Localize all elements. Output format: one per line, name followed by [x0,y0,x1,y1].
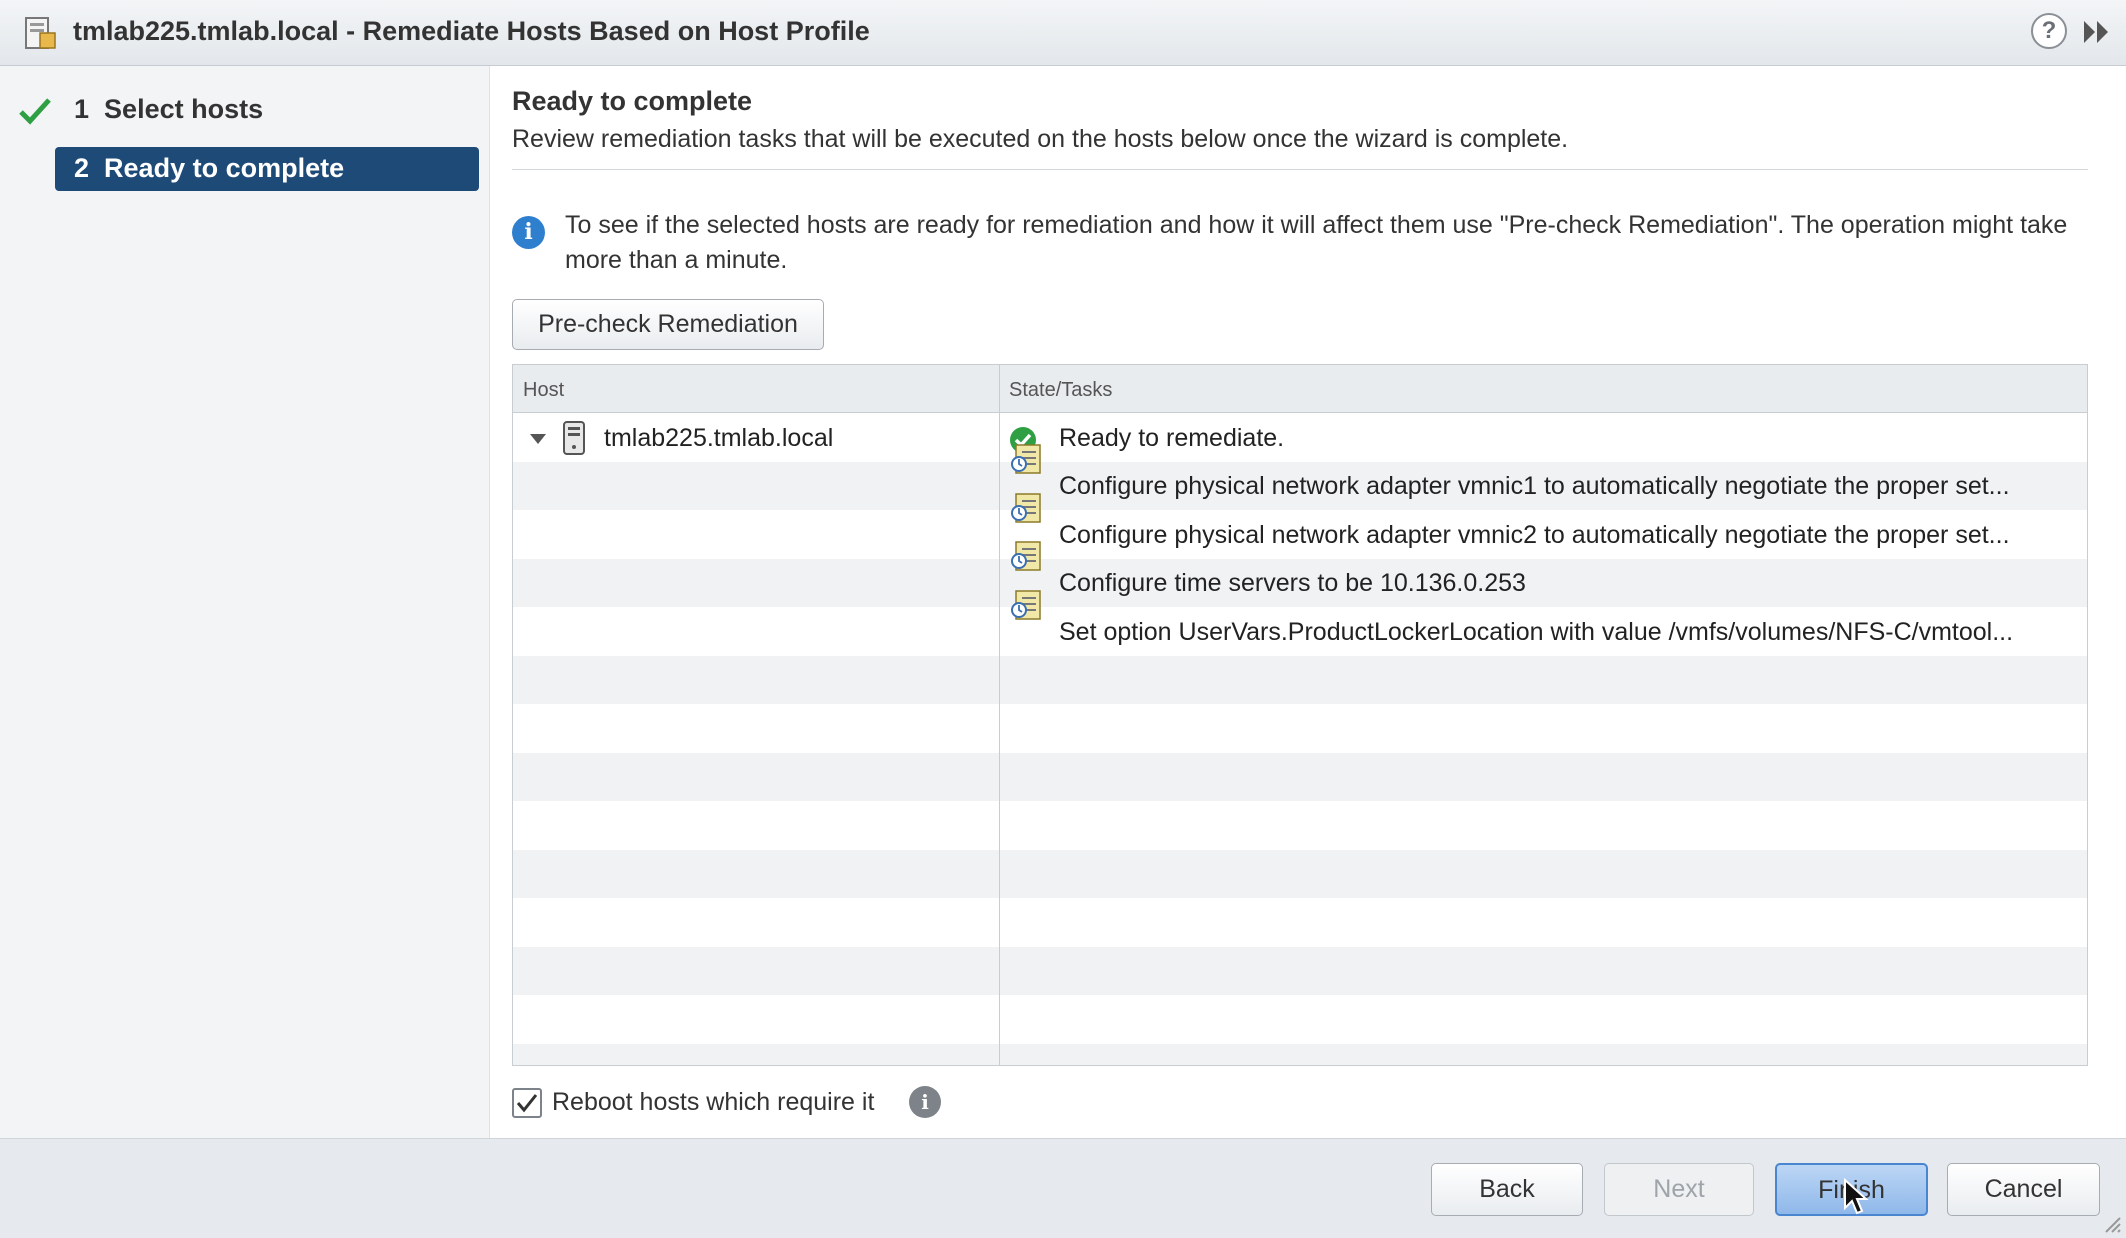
remediation-table: Host State/Tasks tmlab225.tmlab.local Re… [512,364,2088,1066]
host-profile-icon [25,17,56,49]
task-icon [1011,541,1041,571]
column-divider [999,365,1000,1065]
task-text: Configure time servers to be 10.136.0.25… [1059,569,1526,597]
step-number: 2 [74,153,90,183]
precheck-remediation-button[interactable]: Pre-check Remediation [512,299,824,350]
back-button[interactable]: Back [1431,1163,1583,1216]
table-header: Host State/Tasks [513,365,2087,413]
table-row [513,946,2087,995]
task-icon [1011,444,1041,474]
wizard-steps: 1 Select hosts 2 Ready to complete [0,66,490,1138]
task-icon [1011,590,1041,620]
wizard-footer: Back Next Finish Cancel [0,1138,2126,1238]
task-text: Configure physical network adapter vmnic… [1059,521,2010,549]
expand-toggle-icon[interactable] [530,434,546,444]
table-row [513,898,2087,947]
table-row [513,995,2087,1044]
step-label: Select hosts [104,94,264,124]
checkmark-icon [516,1094,538,1113]
mouse-cursor-icon [1844,1178,1869,1215]
server-icon [563,421,585,455]
step-select-hosts[interactable]: 1 Select hosts [74,94,263,125]
next-button: Next [1604,1163,1754,1216]
reboot-hosts-checkbox[interactable] [512,1088,542,1118]
window-title: tmlab225.tmlab.local - Remediate Hosts B… [73,16,870,46]
reboot-hosts-label[interactable]: Reboot hosts which require it [552,1088,874,1117]
column-header-host[interactable]: Host [523,379,564,402]
status-text: Ready to remediate. [1059,424,1285,452]
table-row [513,801,2087,850]
task-text: Set option UserVars.ProductLockerLocatio… [1059,618,2014,646]
help-button[interactable]: ? [2031,13,2067,49]
step-number: 1 [74,94,90,124]
cancel-button[interactable]: Cancel [1947,1163,2100,1216]
check-icon [19,98,51,125]
info-icon[interactable]: i [909,1086,941,1118]
collapse-icon[interactable] [2082,19,2112,45]
table-row [513,752,2087,801]
info-icon: i [512,216,545,249]
task-text: Configure physical network adapter vmnic… [1059,472,2010,500]
title-bar: tmlab225.tmlab.local - Remediate Hosts B… [0,0,2126,66]
table-row [513,704,2087,753]
table-row [513,1043,2087,1065]
divider [512,169,2088,170]
host-name[interactable]: tmlab225.tmlab.local [604,424,833,453]
column-header-state-tasks[interactable]: State/Tasks [1009,379,1112,402]
step-label: Ready to complete [104,153,345,183]
task-icon [1011,493,1041,523]
table-row [513,655,2087,704]
table-row [513,849,2087,898]
page-title: Ready to complete [512,86,753,116]
info-message: To see if the selected hosts are ready f… [565,211,2068,274]
resize-grip-icon[interactable] [2100,1212,2122,1234]
page-description: Review remediation tasks that will be ex… [512,125,1569,153]
step-ready-to-complete[interactable]: 2 Ready to complete [74,153,344,184]
